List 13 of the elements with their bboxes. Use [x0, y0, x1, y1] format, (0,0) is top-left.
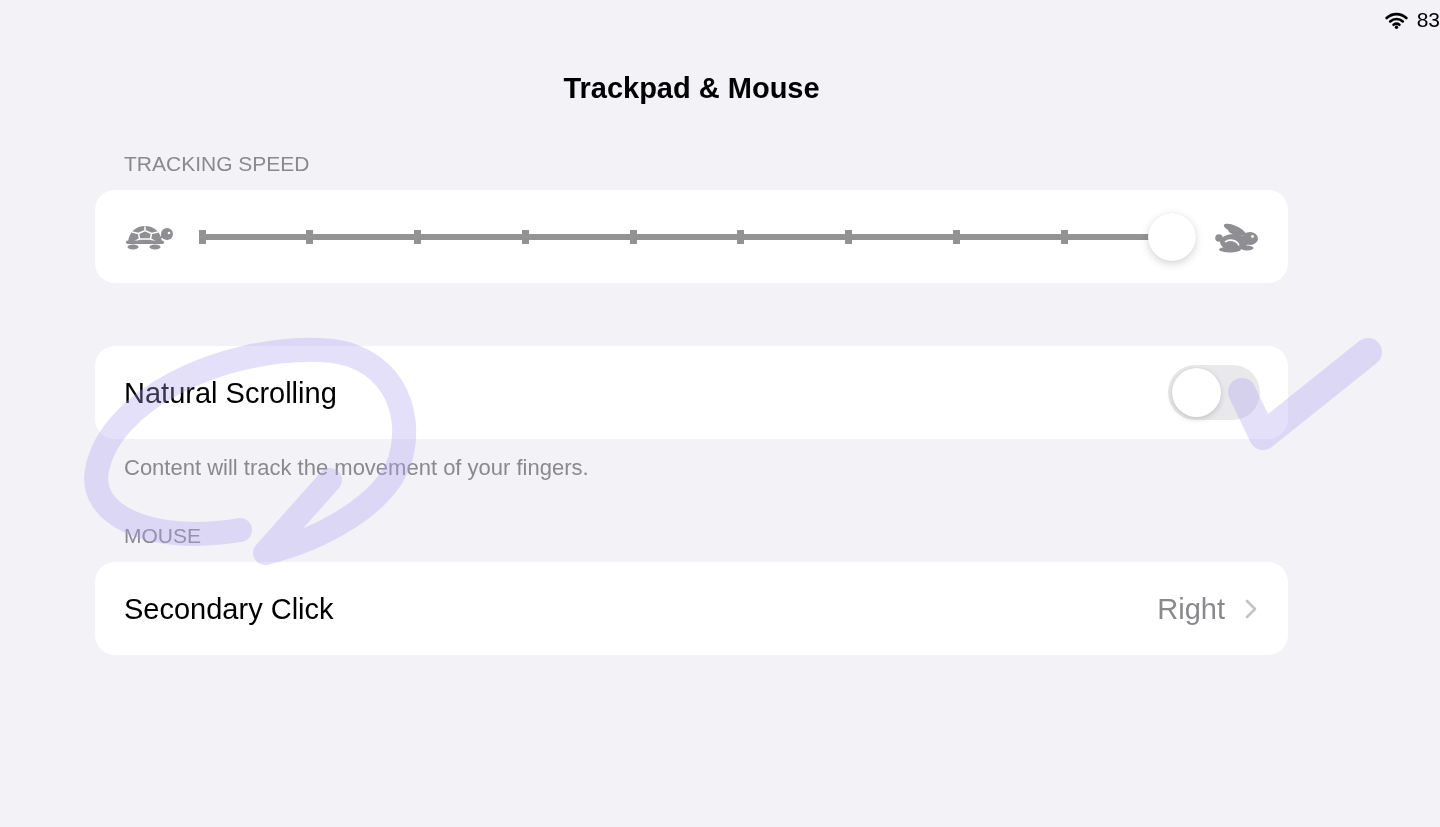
toggle-switch[interactable]	[1168, 365, 1260, 420]
turtle-icon	[124, 223, 174, 250]
chevron-icon[interactable]	[1245, 598, 1257, 619]
wifi-icon	[1384, 11, 1408, 29]
section-footer: Content will track the movement of your fingers.	[124, 455, 589, 481]
battery-percentage: 83	[1416, 8, 1440, 32]
slider-thumb[interactable]	[1148, 212, 1196, 261]
row-label: Natural Scrolling	[124, 375, 337, 410]
section-header: MOUSE	[124, 524, 201, 548]
row-label: Secondary Click	[124, 591, 334, 626]
row-value[interactable]: Right	[1157, 591, 1225, 626]
section-header: TRACKING SPEED	[124, 152, 310, 176]
page-title: Trackpad & Mouse	[562, 71, 821, 105]
